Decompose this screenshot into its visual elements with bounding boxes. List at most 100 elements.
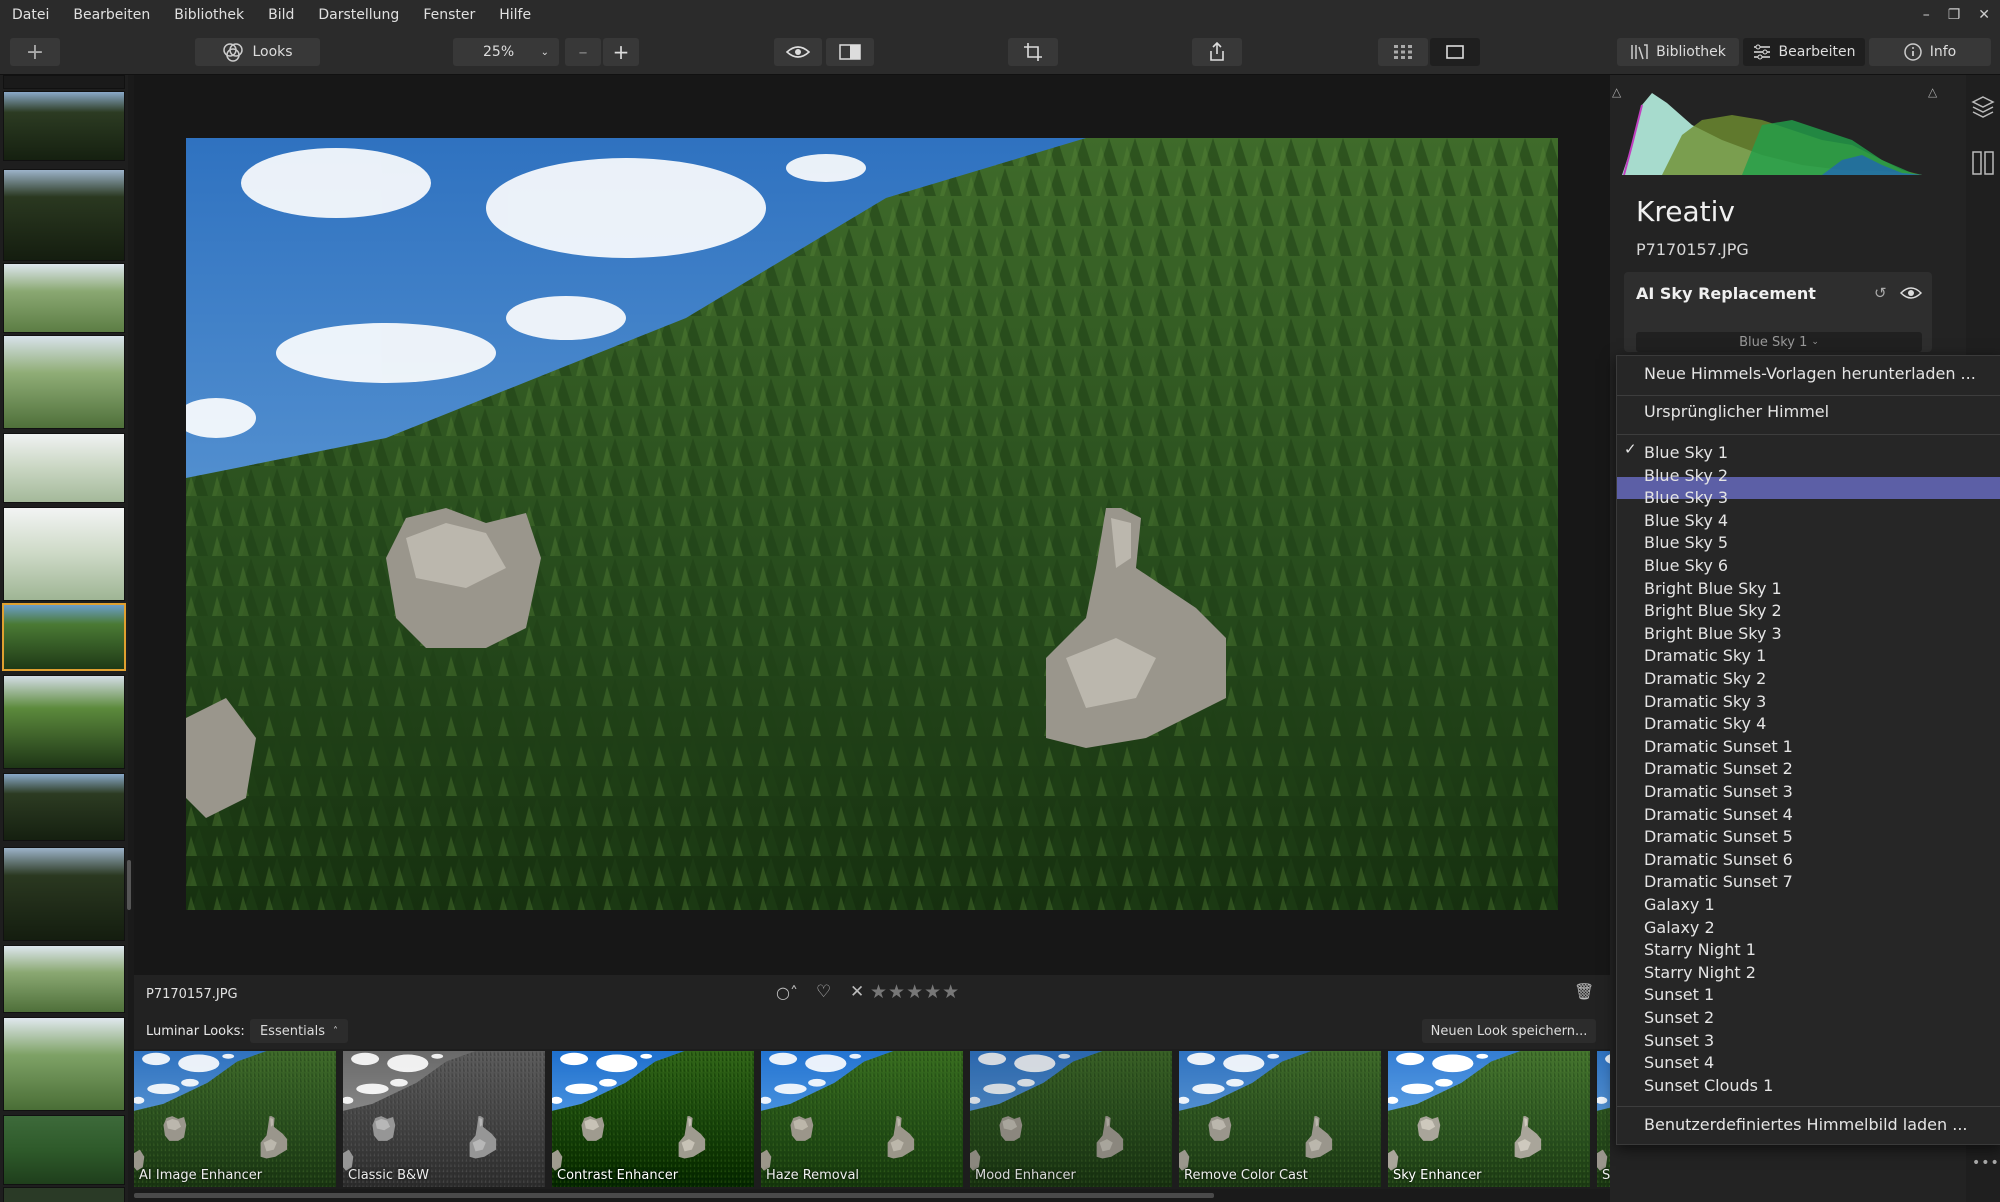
thumbnail[interactable] (3, 169, 125, 261)
trash-icon[interactable]: 🗑 (1574, 982, 1594, 1001)
sky-option[interactable]: Dramatic Sunset 6 (1644, 849, 1793, 871)
sky-option[interactable]: Sunset 2 (1644, 1007, 1714, 1029)
look-tile[interactable]: Mood Enhancer (970, 1051, 1172, 1187)
sky-option[interactable]: Blue Sky 3 (1644, 487, 1728, 509)
thumbnail[interactable] (3, 1115, 125, 1185)
save-look-button[interactable]: Neuen Look speichern... (1422, 1019, 1596, 1043)
library-tab[interactable]: Bibliothek (1617, 38, 1739, 66)
layers-icon[interactable] (1971, 95, 1995, 119)
sky-option[interactable]: Starry Night 2 (1644, 962, 1756, 984)
sky-option[interactable]: Dramatic Sunset 7 (1644, 871, 1793, 893)
menu-bearbeiten[interactable]: Bearbeiten (61, 0, 162, 30)
custom-sky-item[interactable]: Benutzerdefiniertes Himmelbild laden ... (1644, 1114, 1968, 1136)
thumbnail[interactable] (3, 675, 125, 769)
look-tile[interactable]: Contrast Enhancer (552, 1051, 754, 1187)
add-button[interactable]: + (10, 38, 60, 66)
look-tile[interactable]: Sky Enhancer (1388, 1051, 1590, 1187)
thumbnail[interactable] (3, 263, 125, 333)
reset-icon[interactable]: ↺ (1874, 284, 1887, 302)
thumbnail-selected[interactable] (2, 603, 126, 671)
thumbnail[interactable] (3, 1017, 125, 1111)
zoom-in-button[interactable]: + (603, 38, 639, 66)
sky-option[interactable]: Dramatic Sky 2 (1644, 668, 1766, 690)
sky-option[interactable]: Sunset 1 (1644, 984, 1714, 1006)
sky-option[interactable]: Dramatic Sunset 2 (1644, 758, 1793, 780)
flag-icon[interactable]: ○˄ (776, 983, 798, 1002)
grid-view-button[interactable] (1378, 38, 1428, 66)
sky-option[interactable]: Blue Sky 6 (1644, 555, 1728, 577)
look-tile[interactable]: Haze Removal (761, 1051, 963, 1187)
sky-option[interactable]: Dramatic Sky 3 (1644, 691, 1766, 713)
filmstrip-scrollbar[interactable] (127, 860, 131, 910)
menu-darstellung[interactable]: Darstellung (306, 0, 411, 30)
thumbnail[interactable] (3, 773, 125, 841)
thumbnail[interactable] (3, 1187, 125, 1202)
look-tile[interactable]: Remove Color Cast (1179, 1051, 1381, 1187)
look-label: Sky Enhancer (1393, 1168, 1482, 1183)
sky-option[interactable]: Blue Sky 1 (1644, 442, 1728, 464)
reject-icon[interactable]: ✕ (850, 982, 864, 1002)
look-tile[interactable]: Classic B&W (343, 1051, 545, 1187)
menu-datei[interactable]: Datei (0, 0, 61, 30)
zoom-value: 25% (483, 44, 515, 60)
share-button[interactable] (1192, 38, 1242, 66)
looks-scrollbar[interactable] (134, 1193, 1214, 1198)
plus-icon: + (612, 40, 630, 64)
more-options-icon[interactable]: ••• (1972, 1155, 2000, 1171)
main-photo[interactable] (186, 138, 1558, 910)
looks-button[interactable]: Looks (195, 38, 320, 66)
zoom-select[interactable]: 25% ⌄ (453, 38, 559, 66)
sky-option[interactable]: Galaxy 1 (1644, 894, 1715, 916)
looks-category-select[interactable]: Essentials ˄ (250, 1019, 348, 1043)
download-skies-item[interactable]: Neue Himmels-Vorlagen herunterladen ... (1644, 363, 1976, 385)
sky-option[interactable]: Blue Sky 4 (1644, 510, 1728, 532)
highlight-clipping-icon[interactable]: △ (1928, 85, 1937, 99)
canvas-icon[interactable] (1971, 150, 1995, 176)
thumbnail[interactable] (3, 507, 125, 601)
sky-option[interactable]: Blue Sky 2 (1644, 465, 1728, 487)
edit-tab[interactable]: Bearbeiten (1743, 38, 1865, 66)
sky-option[interactable]: Galaxy 2 (1644, 917, 1715, 939)
visibility-toggle-icon[interactable] (1900, 286, 1922, 300)
thumbnail[interactable] (3, 91, 125, 161)
sky-option[interactable]: Dramatic Sky 4 (1644, 713, 1766, 735)
sky-option[interactable]: Bright Blue Sky 1 (1644, 578, 1782, 600)
sky-select[interactable]: Blue Sky 1 ⌄ (1636, 332, 1922, 352)
thumbnail[interactable] (3, 847, 125, 941)
sky-option[interactable]: Dramatic Sunset 1 (1644, 736, 1793, 758)
menu-hilfe[interactable]: Hilfe (487, 0, 543, 30)
look-tile[interactable]: AI Image Enhancer (134, 1051, 336, 1187)
info-tab[interactable]: Info (1869, 38, 1991, 66)
original-sky-item[interactable]: Ursprünglicher Himmel (1644, 401, 1829, 423)
sky-option[interactable]: Dramatic Sunset 3 (1644, 781, 1793, 803)
heart-icon[interactable]: ♡ (816, 982, 831, 1002)
sky-option[interactable]: Dramatic Sunset 5 (1644, 826, 1793, 848)
menu-bild[interactable]: Bild (256, 0, 306, 30)
crop-button[interactable] (1008, 38, 1058, 66)
sky-option[interactable]: Dramatic Sunset 4 (1644, 804, 1793, 826)
compare-button[interactable] (826, 38, 874, 66)
close-icon[interactable]: ✕ (1978, 7, 1990, 23)
sky-option[interactable]: Bright Blue Sky 3 (1644, 623, 1782, 645)
star-rating[interactable]: ★★★★★ (870, 981, 960, 1003)
preview-button[interactable] (774, 38, 822, 66)
restore-icon[interactable]: ❐ (1948, 7, 1961, 23)
zoom-out-button[interactable]: – (565, 38, 601, 66)
shadow-clipping-icon[interactable]: △ (1612, 85, 1621, 99)
sky-option[interactable]: Blue Sky 5 (1644, 532, 1728, 554)
sky-option[interactable]: Dramatic Sky 1 (1644, 645, 1766, 667)
sky-option[interactable]: Starry Night 1 (1644, 939, 1756, 961)
menu-bibliothek[interactable]: Bibliothek (162, 0, 256, 30)
sky-option[interactable]: Sunset 3 (1644, 1030, 1714, 1052)
sky-option[interactable]: Sunset 4 (1644, 1052, 1714, 1074)
sky-option[interactable]: Bright Blue Sky 2 (1644, 600, 1782, 622)
thumbnail[interactable] (3, 75, 125, 89)
look-tile[interactable]: Sc (1597, 1051, 1610, 1187)
menu-fenster[interactable]: Fenster (411, 0, 487, 30)
thumbnail[interactable] (3, 945, 125, 1013)
minimize-icon[interactable]: – (1923, 7, 1930, 23)
sky-option[interactable]: Sunset Clouds 1 (1644, 1075, 1773, 1097)
thumbnail[interactable] (3, 335, 125, 429)
single-view-button[interactable] (1430, 38, 1480, 66)
thumbnail[interactable] (3, 433, 125, 503)
